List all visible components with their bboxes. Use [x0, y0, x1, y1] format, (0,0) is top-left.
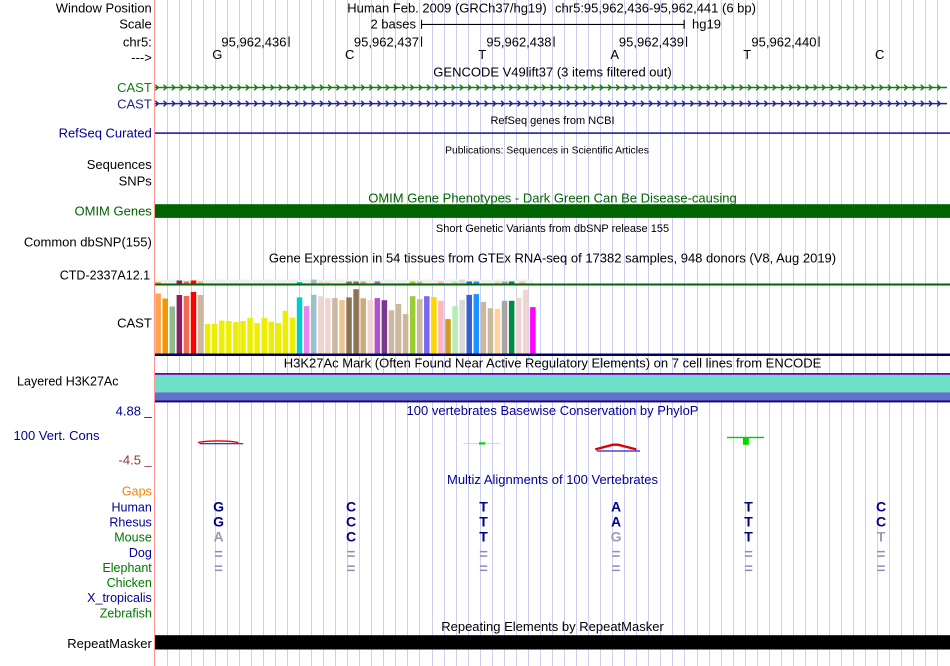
- svg-text:C: C: [346, 528, 356, 544]
- svg-text:Common dbSNP(155): Common dbSNP(155): [24, 234, 152, 249]
- svg-text:T: T: [744, 499, 753, 515]
- svg-text:Multiz Alignments of 100 Verte: Multiz Alignments of 100 Vertebrates: [447, 472, 659, 487]
- svg-text:95,962,438: 95,962,438: [486, 35, 551, 50]
- svg-text:X_tropicalis: X_tropicalis: [87, 591, 152, 605]
- svg-text:-4.5 _: -4.5 _: [119, 452, 153, 467]
- svg-text:95,962,437: 95,962,437: [354, 35, 419, 50]
- svg-text:Sequences: Sequences: [87, 157, 153, 172]
- svg-text:Elephant: Elephant: [102, 561, 152, 575]
- svg-text:T: T: [478, 47, 486, 62]
- svg-text:4.88 _: 4.88 _: [116, 403, 153, 418]
- svg-text:A: A: [611, 499, 621, 515]
- svg-text:Mouse: Mouse: [114, 531, 152, 545]
- svg-text:T: T: [744, 513, 753, 529]
- svg-text:T: T: [479, 513, 488, 529]
- svg-text:100 vertebrates Basewise Conse: 100 vertebrates Basewise Conservation by…: [407, 403, 699, 418]
- svg-text:RepeatMasker: RepeatMasker: [67, 636, 152, 651]
- svg-text:95,962,439: 95,962,439: [619, 35, 684, 50]
- svg-text:Human Feb. 2009 (GRCh37/hg19): Human Feb. 2009 (GRCh37/hg19): [347, 0, 546, 15]
- svg-text:CTD-2337A12.1: CTD-2337A12.1: [60, 269, 150, 283]
- svg-text:Window Position: Window Position: [56, 0, 152, 15]
- svg-text:Scale: Scale: [119, 16, 152, 31]
- svg-text:Gene Expression in 54 tissues: Gene Expression in 54 tissues from GTEx …: [269, 251, 836, 266]
- svg-text:G: G: [213, 513, 224, 529]
- svg-text:Rhesus: Rhesus: [109, 515, 151, 529]
- svg-text:C: C: [346, 513, 356, 529]
- svg-text:Gaps: Gaps: [122, 485, 152, 499]
- svg-text:GENCODE V49lift37 (3 items fil: GENCODE V49lift37 (3 items filtered out): [433, 64, 671, 79]
- svg-text:G: G: [611, 528, 622, 544]
- svg-text:Repeating Elements by RepeatMa: Repeating Elements by RepeatMasker: [441, 619, 664, 634]
- svg-text:OMIM Genes: OMIM Genes: [75, 203, 153, 218]
- svg-text:C: C: [345, 47, 354, 62]
- svg-text:Chicken: Chicken: [107, 576, 152, 590]
- svg-text:T: T: [744, 528, 753, 544]
- svg-text:G: G: [212, 47, 222, 62]
- svg-text:hg19: hg19: [692, 16, 721, 31]
- svg-text:95,962,436: 95,962,436: [221, 35, 286, 50]
- svg-text:OMIM Gene Phenotypes - Dark Gr: OMIM Gene Phenotypes - Dark Green Can Be…: [368, 191, 737, 206]
- svg-text:SNPs: SNPs: [119, 174, 153, 189]
- svg-text:2 bases: 2 bases: [370, 16, 416, 31]
- svg-text:CAST: CAST: [117, 96, 152, 111]
- svg-text:C: C: [876, 513, 886, 529]
- svg-text:C: C: [875, 47, 884, 62]
- svg-text:G: G: [213, 499, 224, 515]
- svg-text:T: T: [743, 47, 751, 62]
- svg-text:RefSeq Curated: RefSeq Curated: [59, 125, 152, 140]
- svg-text:chr5:95,962,436-95,962,441 (6: chr5:95,962,436-95,962,441 (6 bp): [555, 0, 756, 15]
- svg-text:RefSeq genes from NCBI: RefSeq genes from NCBI: [490, 115, 614, 127]
- svg-text:T: T: [479, 499, 488, 515]
- svg-text:C: C: [876, 499, 886, 515]
- svg-text:A: A: [610, 47, 619, 62]
- svg-text:100 Vert. Cons: 100 Vert. Cons: [14, 428, 100, 443]
- svg-text:T: T: [877, 528, 886, 544]
- svg-text:T: T: [479, 528, 488, 544]
- svg-text:Dog: Dog: [129, 546, 152, 560]
- svg-text:H3K27Ac Mark (Often Found Near: H3K27Ac Mark (Often Found Near Active Re…: [284, 356, 822, 371]
- svg-text:C: C: [346, 499, 356, 515]
- svg-text:Layered H3K27Ac: Layered H3K27Ac: [17, 375, 118, 389]
- svg-text:Human: Human: [112, 501, 152, 515]
- svg-text:A: A: [213, 528, 223, 544]
- svg-text:Zebrafish: Zebrafish: [100, 606, 152, 620]
- svg-text:chr5:: chr5:: [123, 35, 152, 50]
- svg-text:A: A: [611, 513, 621, 529]
- svg-text:--->: --->: [131, 50, 152, 65]
- svg-text:Publications: Sequences in Sci: Publications: Sequences in Scientific Ar…: [445, 146, 649, 157]
- svg-text:95,962,440: 95,962,440: [751, 35, 816, 50]
- svg-text:Short Genetic Variants from db: Short Genetic Variants from dbSNP releas…: [436, 223, 669, 235]
- svg-text:CAST: CAST: [117, 80, 152, 95]
- svg-text:CAST: CAST: [117, 315, 152, 330]
